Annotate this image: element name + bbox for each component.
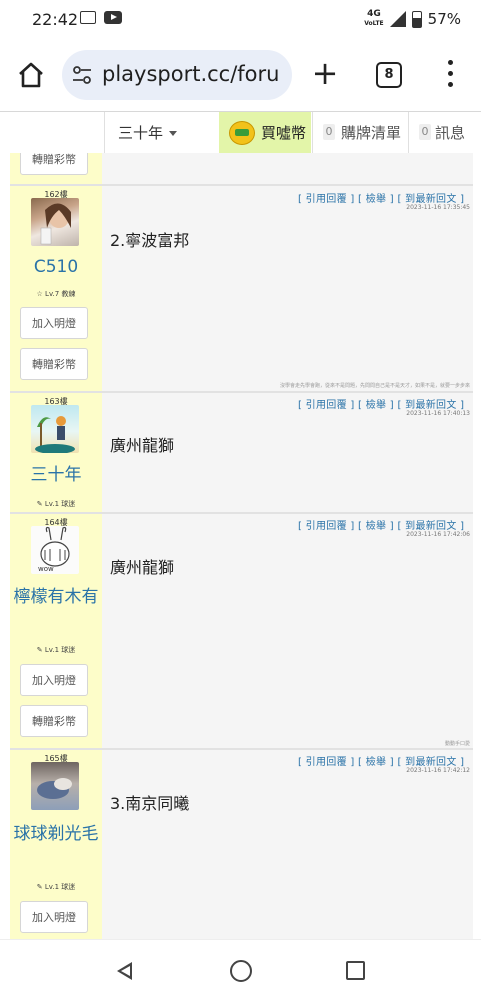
avatar[interactable] bbox=[31, 405, 79, 453]
dot-icon bbox=[448, 71, 453, 76]
post-actions[interactable]: [ 引用回覆 ] [ 檢舉 ] [ 到最新回文 ] bbox=[298, 517, 464, 532]
user-level: ✎ Lv.1 球迷 bbox=[36, 646, 76, 654]
battery-percent: 57% bbox=[427, 10, 461, 28]
gift-coins-button[interactable]: 轉贈彩幣 bbox=[20, 153, 88, 175]
status-right: 4G VoLTE 57% bbox=[364, 9, 461, 29]
recent-apps-button[interactable] bbox=[346, 961, 365, 980]
status-time: 22:42 bbox=[32, 10, 79, 29]
address-bar[interactable]: playsport.cc/foru bbox=[62, 50, 292, 100]
site-settings-icon[interactable] bbox=[72, 66, 92, 84]
post-timestamp: 2023-11-16 17:35:45 bbox=[406, 204, 470, 211]
system-nav-bar bbox=[0, 939, 481, 1001]
site-nav: 三十年 買噓幣 0 購牌清單 0 訊息 bbox=[0, 111, 481, 155]
purchase-list-label: 購牌清單 bbox=[341, 124, 402, 142]
messages-count: 0 bbox=[419, 124, 431, 140]
gallery-icon bbox=[80, 11, 96, 24]
buy-coins-button[interactable]: 買噓幣 bbox=[219, 112, 311, 154]
post-text: 3.南京同曦 bbox=[110, 794, 190, 813]
browser-toolbar: playsport.cc/foru + 8 bbox=[0, 40, 481, 112]
follow-button[interactable]: 加入明燈 bbox=[20, 901, 88, 933]
post-timestamp: 2023-11-16 17:42:06 bbox=[406, 531, 470, 538]
home-icon bbox=[19, 62, 43, 88]
avatar[interactable] bbox=[31, 762, 79, 810]
user-level: ☆ Lv.7 教練 bbox=[36, 290, 76, 298]
coin-icon bbox=[229, 121, 255, 145]
home-nav-button[interactable] bbox=[230, 960, 252, 982]
follow-button[interactable]: 加入明燈 bbox=[20, 664, 88, 696]
post-actions[interactable]: [ 引用回覆 ] [ 檢舉 ] [ 到最新回文 ] bbox=[298, 396, 464, 411]
chevron-down-icon bbox=[169, 131, 177, 136]
buy-coins-label: 買噓幣 bbox=[261, 124, 307, 142]
url-text: playsport.cc/foru bbox=[102, 62, 280, 86]
username-link[interactable]: C510 bbox=[10, 255, 102, 280]
youtube-icon bbox=[104, 11, 122, 24]
messages-label: 訊息 bbox=[435, 124, 466, 142]
username-link[interactable]: 三十年 bbox=[10, 463, 102, 488]
post-actions[interactable]: [ 引用回覆 ] [ 檢舉 ] [ 到最新回文 ] bbox=[298, 753, 464, 768]
tab-switcher-button[interactable]: 8 bbox=[376, 62, 402, 88]
user-menu-label: 三十年 bbox=[118, 124, 164, 142]
post-text: 廣州龍獅 bbox=[110, 558, 175, 577]
post-timestamp: 2023-11-16 17:40:13 bbox=[406, 410, 470, 417]
browser-menu-button[interactable] bbox=[440, 58, 460, 90]
signal-icon bbox=[389, 11, 406, 27]
gift-coins-button[interactable]: 轉贈彩幣 bbox=[20, 705, 88, 737]
post-body bbox=[102, 186, 473, 391]
user-level: ✎ Lv.1 球迷 bbox=[36, 883, 76, 891]
post-body bbox=[102, 153, 473, 184]
avatar-image: wow bbox=[38, 526, 70, 573]
post-signature: 動動手口愛 bbox=[444, 741, 470, 747]
username-link[interactable]: 檸檬有木有 bbox=[10, 585, 102, 610]
purchase-list-link[interactable]: 0 購牌清單 bbox=[312, 112, 409, 154]
dot-icon bbox=[448, 60, 453, 65]
post-signature: 沒學會走先學會跑，從來不是問題，先問問自己是不是天才，如果不是，就要一步步來 bbox=[279, 383, 470, 389]
post-body bbox=[102, 514, 473, 748]
gift-coins-button[interactable]: 轉贈彩幣 bbox=[20, 348, 88, 380]
home-button[interactable] bbox=[16, 60, 46, 90]
network-indicator: 4G VoLTE bbox=[364, 9, 384, 28]
purchase-list-count: 0 bbox=[323, 124, 335, 140]
messages-link[interactable]: 0 訊息 bbox=[408, 112, 481, 154]
post-timestamp: 2023-11-16 17:42:12 bbox=[406, 767, 470, 774]
svg-text:wow: wow bbox=[38, 565, 54, 573]
avatar-image bbox=[37, 778, 72, 799]
forum-thread: 轉贈彩幣 162樓 C510 ☆ Lv.7 教練 加入明燈 轉贈彩幣 [ 引用回… bbox=[0, 153, 481, 939]
avatar[interactable] bbox=[31, 198, 79, 246]
avatar-image bbox=[35, 416, 75, 453]
post-actions[interactable]: [ 引用回覆 ] [ 檢舉 ] [ 到最新回文 ] bbox=[298, 190, 464, 205]
post-body bbox=[102, 750, 473, 939]
follow-button[interactable]: 加入明燈 bbox=[20, 307, 88, 339]
status-bar: 22:42 4G VoLTE 57% bbox=[0, 0, 481, 40]
user-level: ✎ Lv.1 球迷 bbox=[36, 500, 76, 508]
user-menu[interactable]: 三十年 bbox=[104, 112, 219, 154]
post-text: 廣州龍獅 bbox=[110, 436, 175, 455]
dot-icon bbox=[448, 82, 453, 87]
back-button[interactable] bbox=[117, 962, 132, 980]
battery-icon bbox=[411, 10, 422, 28]
new-tab-button[interactable]: + bbox=[310, 57, 340, 89]
avatar[interactable]: wow bbox=[31, 526, 79, 574]
username-link[interactable]: 球球剃光毛 bbox=[10, 822, 102, 847]
post-text: 2.寧波富邦 bbox=[110, 231, 190, 250]
notification-icons bbox=[80, 11, 122, 24]
avatar-image bbox=[40, 203, 71, 245]
